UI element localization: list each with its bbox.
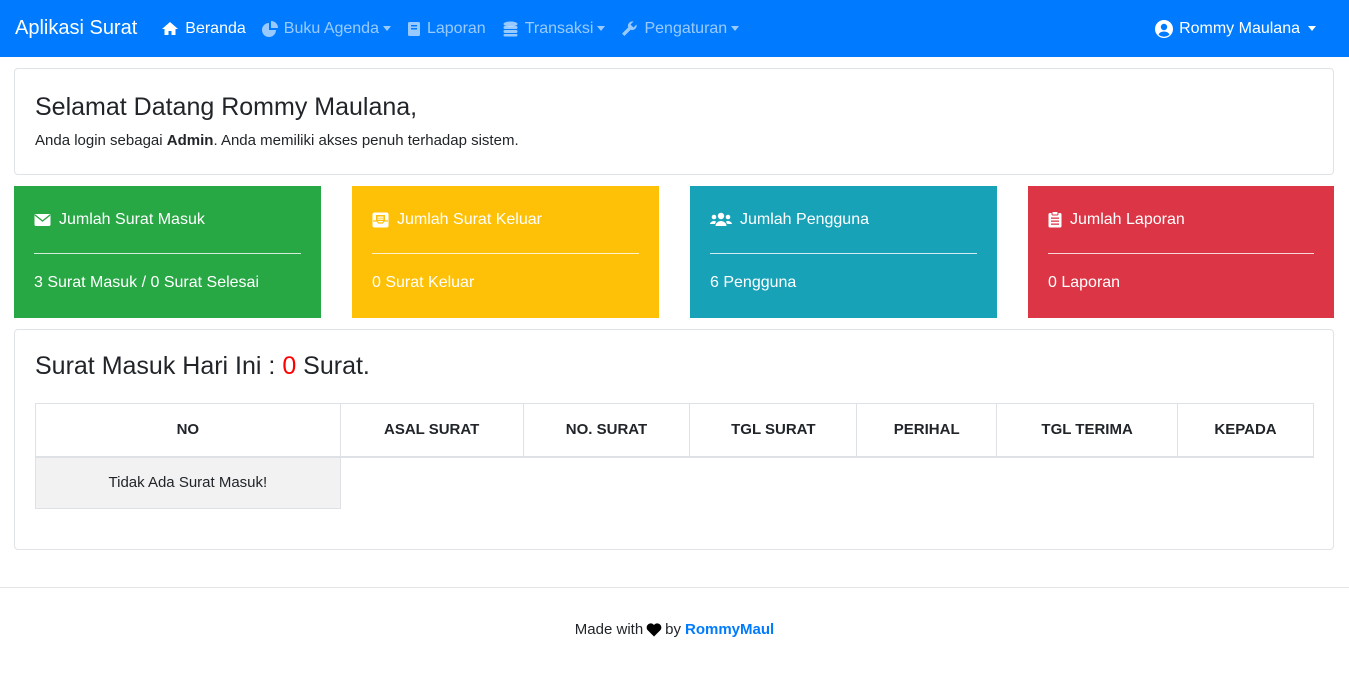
brand-link[interactable]: Aplikasi Surat xyxy=(15,17,137,40)
stat-title-label: Jumlah Surat Keluar xyxy=(397,210,542,228)
welcome-text: Anda login sebagai Admin. Anda memiliki … xyxy=(35,132,1313,149)
envelope-open-icon xyxy=(372,212,389,227)
nav-label: Transaksi xyxy=(524,19,594,37)
clipboard-icon xyxy=(1048,211,1062,228)
stat-title: Jumlah Pengguna xyxy=(710,186,977,254)
empty-message: Tidak Ada Surat Masuk! xyxy=(35,456,341,509)
today-incoming-card: Surat Masuk Hari Ini : 0 Surat. NO ASAL … xyxy=(14,329,1334,550)
stat-title: Jumlah Surat Masuk xyxy=(34,186,301,254)
wrench-icon xyxy=(622,21,638,36)
table-header-row: NO ASAL SURAT NO. SURAT TGL SURAT PERIHA… xyxy=(35,403,1314,458)
footer-by: by xyxy=(665,621,682,638)
nav-label: Pengaturan xyxy=(644,19,728,37)
welcome-text-after: . Anda memiliki akses penuh terhadap sis… xyxy=(213,132,519,149)
column-header-perihal: PERIHAL xyxy=(856,403,998,458)
footer-made-with: Made with xyxy=(574,621,644,638)
pie-chart-icon xyxy=(261,20,278,37)
column-header-asal-surat: ASAL SURAT xyxy=(339,403,524,458)
nav-label: Beranda xyxy=(185,19,246,37)
table-row: Tidak Ada Surat Masuk! xyxy=(35,456,1314,509)
chevron-down-icon xyxy=(597,26,606,31)
welcome-title: Selamat Datang Rommy Maulana, xyxy=(35,93,418,121)
footer: Made with by RommyMaul xyxy=(0,587,1349,683)
nav-item-beranda[interactable]: Beranda xyxy=(161,20,246,38)
incoming-table: NO ASAL SURAT NO. SURAT TGL SURAT PERIHA… xyxy=(35,403,1314,509)
envelope-icon xyxy=(34,213,51,226)
nav-label: Laporan xyxy=(426,19,486,37)
user-menu[interactable]: Rommy Maulana xyxy=(1155,0,1316,57)
users-icon xyxy=(710,212,732,226)
stat-surat-keluar: Jumlah Surat Keluar 0 Surat Keluar xyxy=(352,186,659,318)
chevron-down-icon xyxy=(1308,26,1316,31)
column-header-no: NO xyxy=(35,403,341,458)
book-icon xyxy=(407,21,420,36)
user-circle-icon xyxy=(1155,19,1174,38)
author-link[interactable]: RommyMaul xyxy=(685,621,774,638)
navbar: Aplikasi Surat Beranda Buku Agenda Lapor… xyxy=(0,0,1349,57)
column-header-tgl-terima: TGL TERIMA xyxy=(996,403,1179,458)
stat-value: 0 Laporan xyxy=(1048,274,1121,291)
nav-item-buku-agenda[interactable]: Buku Agenda xyxy=(261,19,391,38)
chevron-down-icon xyxy=(731,26,740,31)
today-prefix: Surat Masuk Hari Ini : xyxy=(35,352,283,380)
welcome-text-before: Anda login sebagai xyxy=(35,132,167,149)
stat-title: Jumlah Laporan xyxy=(1048,186,1314,254)
stat-title-label: Jumlah Surat Masuk xyxy=(59,210,205,228)
column-header-kepada: KEPADA xyxy=(1177,403,1314,458)
stat-title-label: Jumlah Pengguna xyxy=(740,210,869,228)
stat-value: 6 Pengguna xyxy=(710,274,797,291)
stat-laporan: Jumlah Laporan 0 Laporan xyxy=(1028,186,1334,318)
stat-pengguna: Jumlah Pengguna 6 Pengguna xyxy=(690,186,997,318)
user-name: Rommy Maulana xyxy=(1179,19,1300,37)
stat-title-label: Jumlah Laporan xyxy=(1070,210,1185,228)
home-icon xyxy=(162,22,179,35)
chevron-down-icon xyxy=(382,26,391,31)
coins-icon xyxy=(503,21,518,36)
column-header-no-surat: NO. SURAT xyxy=(522,403,691,458)
nav-label: Buku Agenda xyxy=(283,19,379,37)
heart-icon xyxy=(646,622,662,636)
user-role: Admin xyxy=(166,132,214,149)
nav-item-pengaturan[interactable]: Pengaturan xyxy=(621,19,740,38)
nav-item-laporan[interactable]: Laporan xyxy=(407,20,486,38)
stat-title: Jumlah Surat Keluar xyxy=(372,186,639,254)
today-count: 0 xyxy=(282,352,297,380)
column-header-tgl-surat: TGL SURAT xyxy=(689,403,858,458)
stat-value: 3 Surat Masuk / 0 Surat Selesai xyxy=(34,274,259,291)
nav-item-transaksi[interactable]: Transaksi xyxy=(502,20,606,38)
stat-value: 0 Surat Keluar xyxy=(372,274,475,291)
today-heading: Surat Masuk Hari Ini : 0 Surat. xyxy=(35,352,1313,381)
stat-surat-masuk: Jumlah Surat Masuk 3 Surat Masuk / 0 Sur… xyxy=(14,186,321,318)
welcome-card: Selamat Datang Rommy Maulana, Anda login… xyxy=(14,68,1334,175)
today-suffix: Surat. xyxy=(296,352,370,380)
